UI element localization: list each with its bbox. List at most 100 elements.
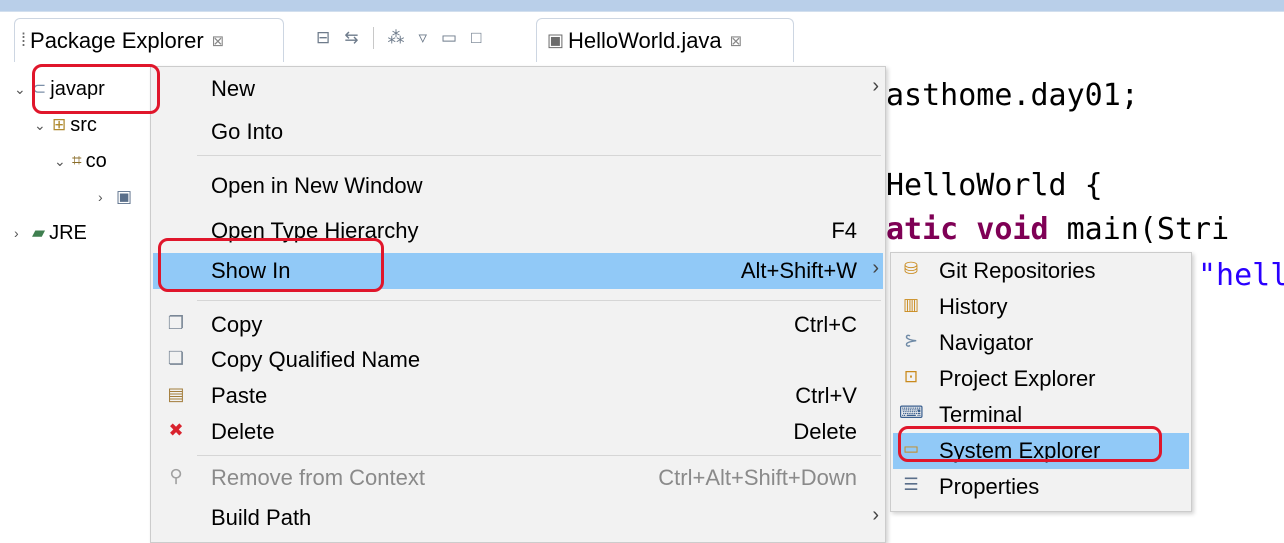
tree-item-java-file[interactable]: › ▣ — [98, 180, 136, 214]
menu-item-shortcut: Ctrl+V — [795, 383, 857, 408]
tree-item-src[interactable]: ⌄ ⊞ src — [34, 108, 97, 142]
menu-item-label: Show In — [211, 258, 291, 283]
menu-item-go-into[interactable]: Go Into — [153, 114, 883, 150]
submenu-item-terminal[interactable]: ⌨ Terminal — [893, 397, 1189, 433]
menu-item-new[interactable]: New › — [153, 71, 883, 107]
menu-item-label: Go Into — [211, 119, 284, 144]
submenu-item-navigator[interactable]: ⊱ Navigator — [893, 325, 1189, 361]
code-line: atic void main(Stri — [886, 212, 1229, 247]
menu-separator — [197, 455, 881, 456]
menu-separator — [197, 300, 881, 301]
menu-item-label: Open in New Window — [211, 173, 423, 198]
menu-item-shortcut: Ctrl+Alt+Shift+Down — [658, 465, 857, 490]
menu-item-paste[interactable]: ▤ Paste Ctrl+V — [153, 378, 883, 414]
chevron-down-icon[interactable]: ⌄ — [14, 81, 32, 98]
menu-item-open-in-new-window[interactable]: Open in New Window — [153, 168, 883, 204]
submenu-item-label: Properties — [939, 474, 1040, 499]
project-folder-icon: ⊂ — [32, 79, 47, 98]
view-menu-icon[interactable]: ▿ — [419, 28, 428, 48]
tree-item-label: JRE — [49, 221, 87, 244]
chevron-down-icon[interactable]: ⌄ — [54, 153, 72, 170]
context-menu: New › Go Into Open in New Window Open Ty… — [150, 66, 886, 543]
menu-item-shortcut: F4 — [831, 218, 857, 243]
copy-icon: ❐ — [167, 313, 185, 333]
menu-item-delete[interactable]: ✖ Delete Delete — [153, 414, 883, 450]
submenu-item-label: Project Explorer — [939, 366, 1096, 391]
editor-tab-label: HelloWorld.java — [568, 27, 722, 53]
submenu-item-properties[interactable]: ☰ Properties — [893, 469, 1189, 505]
tree-item-label: javapr — [50, 77, 105, 100]
menu-item-label: New — [211, 76, 256, 101]
submenu-item-git-repositories[interactable]: ⛁ Git Repositories — [893, 253, 1189, 289]
chevron-right-icon[interactable]: › — [14, 225, 32, 241]
menu-item-open-type-hierarchy[interactable]: Open Type Hierarchy F4 — [153, 213, 883, 249]
menu-separator — [197, 155, 881, 156]
code-line: "hell — [1198, 258, 1284, 293]
package-explorer-tab-label: Package Explorer — [30, 27, 204, 53]
tree-item-label: co — [85, 149, 107, 172]
tab-helloworld-java[interactable]: ▣ HelloWorld.java ⊠ — [536, 18, 794, 62]
toolbar-separator — [372, 27, 374, 49]
package-tree: ⌄ ⊂ javapr ⌄ ⊞ src ⌄ ⌗ co › ▣ › ▰ JRE — [0, 64, 150, 543]
chevron-down-icon[interactable]: ⌄ — [34, 117, 52, 134]
submenu-item-history[interactable]: ▥ History — [893, 289, 1189, 325]
system-explorer-icon: ▭ — [902, 439, 920, 458]
submenu-item-label: System Explorer — [939, 438, 1101, 463]
menu-item-label: Paste — [211, 383, 268, 408]
tab-package-explorer[interactable]: ⁞ Package Explorer ⊠ — [14, 18, 284, 62]
menu-item-copy-qualified-name[interactable]: ❏ Copy Qualified Name — [153, 342, 883, 378]
menu-item-copy[interactable]: ❐ Copy Ctrl+C — [153, 307, 883, 343]
menu-item-shortcut: Alt+Shift+W — [740, 258, 857, 283]
tree-item-jre[interactable]: › ▰ JRE — [14, 216, 87, 250]
menu-item-label: Build Path — [211, 505, 312, 530]
menu-item-label: Remove from Context — [211, 465, 425, 490]
close-icon[interactable]: ⊠ — [730, 32, 743, 50]
view-toolbar: ⊟ ⇆ ⁂ ▿ ▭ □ — [316, 22, 481, 54]
package-icon: ⌗ — [72, 151, 82, 170]
menu-item-build-path[interactable]: Build Path › — [153, 500, 883, 536]
maximize-icon[interactable]: □ — [471, 28, 481, 48]
menu-item-shortcut: Delete — [793, 419, 857, 444]
properties-icon: ☰ — [903, 475, 919, 494]
collapse-all-icon[interactable]: ⊟ — [316, 28, 330, 48]
library-icon: ▰ — [32, 223, 46, 242]
menu-item-label: Copy — [211, 312, 263, 337]
copy-qualified-name-icon: ❏ — [167, 348, 185, 368]
tree-item-package[interactable]: ⌄ ⌗ co — [54, 144, 107, 178]
code-line: asthome.day01; — [886, 78, 1139, 113]
java-file-icon: ▣ — [116, 187, 133, 206]
terminal-icon: ⌨ — [899, 403, 924, 422]
menu-item-label: Delete — [211, 419, 275, 444]
delete-icon: ✖ — [168, 420, 184, 440]
close-icon[interactable]: ⊠ — [212, 32, 225, 50]
minimize-icon[interactable]: ▭ — [441, 28, 457, 48]
menu-item-show-in[interactable]: Show In Alt+Shift+W › — [153, 253, 883, 289]
menu-item-remove-from-context: ⚲ Remove from Context Ctrl+Alt+Shift+Dow… — [153, 460, 883, 496]
code-keyword: atic void — [886, 212, 1049, 247]
window-top-strip — [0, 0, 1284, 12]
focus-on-active-task-icon[interactable]: ⁂ — [388, 28, 405, 48]
submenu-item-project-explorer[interactable]: ⊡ Project Explorer — [893, 361, 1189, 397]
git-repositories-icon: ⛁ — [903, 259, 919, 278]
submenu-item-system-explorer[interactable]: ▭ System Explorer — [893, 433, 1189, 469]
remove-context-icon: ⚲ — [169, 466, 183, 486]
code-string: "hell — [1198, 258, 1284, 293]
code-line: HelloWorld { — [886, 168, 1103, 203]
package-explorer-icon: ⁞ — [21, 30, 27, 50]
submenu-item-label: Git Repositories — [939, 258, 1096, 283]
paste-icon: ▤ — [167, 384, 185, 404]
chevron-right-icon: › — [872, 504, 879, 526]
submenu-item-label: Navigator — [939, 330, 1034, 355]
link-with-editor-icon[interactable]: ⇆ — [344, 28, 358, 48]
menu-item-shortcut: Ctrl+C — [794, 312, 857, 337]
project-explorer-icon: ⊡ — [903, 367, 919, 386]
tree-item-label: src — [70, 113, 97, 136]
java-file-icon: ▣ — [547, 30, 565, 50]
chevron-right-icon: › — [872, 257, 879, 279]
tree-item-project[interactable]: ⌄ ⊂ javapr — [14, 72, 105, 106]
chevron-right-icon: › — [872, 75, 879, 97]
submenu-item-label: Terminal — [939, 402, 1023, 427]
submenu-item-label: History — [939, 294, 1008, 319]
chevron-right-icon[interactable]: › — [98, 189, 116, 205]
code-text: main(Stri — [1048, 212, 1230, 247]
